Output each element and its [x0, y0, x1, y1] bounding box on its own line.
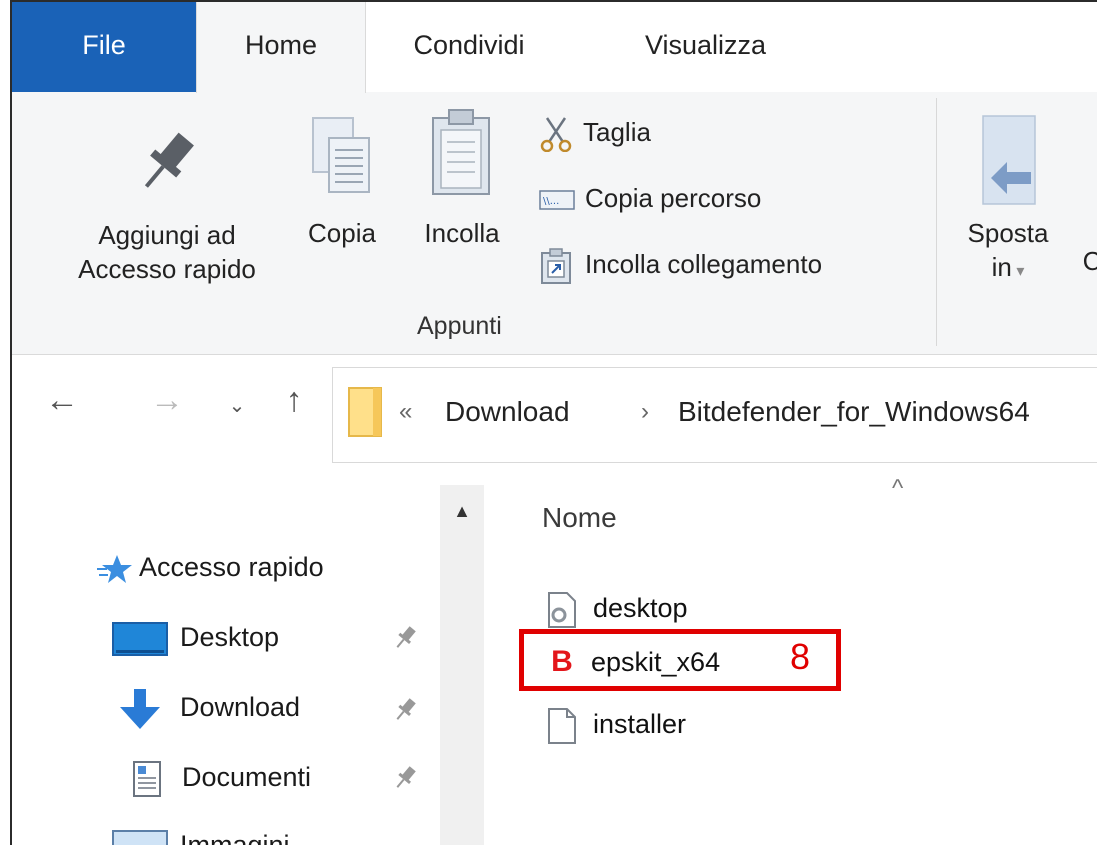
breadcrumb-separator: ›	[641, 398, 649, 425]
nav-item-immagini[interactable]: Immagini	[112, 825, 290, 845]
paste-shortcut-icon	[541, 248, 571, 285]
move-to-icon	[982, 115, 1036, 205]
ribbon-separator	[936, 98, 937, 346]
nav-item-desktop[interactable]: Desktop	[112, 617, 279, 657]
nav-item-download[interactable]: Download	[112, 687, 301, 729]
breadcrumb-download[interactable]: Download	[445, 396, 570, 428]
pinned-icon	[390, 763, 420, 793]
forward-arrow-icon[interactable]: →	[147, 381, 187, 420]
copy-button[interactable]: Copia	[292, 112, 392, 250]
paste-shortcut-button[interactable]: Incolla collegamento	[539, 244, 823, 285]
overflow-chevron[interactable]: «	[399, 398, 412, 426]
explorer-window: File Home Condividi Visualizza Aggiungi …	[10, 0, 1097, 845]
navigation-pane: ▲ Accesso rapido Desktop Download Docume…	[12, 475, 484, 845]
nav-item-quick-access[interactable]: Accesso rapido	[97, 547, 324, 587]
column-header-name[interactable]: Nome	[542, 502, 617, 534]
address-bar[interactable]: « Download › Bitdefender_for_Windows64	[332, 367, 1097, 463]
settings-file-icon	[548, 591, 576, 628]
pinned-icon	[390, 623, 420, 653]
pictures-icon	[112, 829, 168, 845]
move-to-label-line1: Sposta	[967, 218, 1049, 248]
nav-label: Desktop	[180, 622, 280, 652]
copy-icon	[312, 117, 370, 193]
move-to-button[interactable]: Sposta in ▾	[958, 112, 1058, 289]
nav-label: Immagini	[180, 830, 290, 845]
copy-label: Copia	[308, 218, 376, 248]
nav-label: Accesso rapido	[139, 552, 324, 582]
nav-label: Documenti	[182, 762, 312, 792]
scroll-up-icon[interactable]: ▲	[440, 501, 484, 522]
scissors-icon	[540, 117, 572, 153]
tab-view[interactable]: Visualizza	[618, 2, 793, 92]
file-row-desktop[interactable]: desktop	[547, 586, 688, 630]
paste-shortcut-label: Incolla collegamento	[585, 249, 823, 279]
copy-path-label: Copia percorso	[585, 183, 762, 213]
breadcrumb-bitdefender[interactable]: Bitdefender_for_Windows64	[678, 396, 1030, 428]
tab-file[interactable]: File	[12, 2, 196, 92]
document-icon	[133, 760, 161, 797]
pin-icon	[144, 132, 194, 188]
blank-file-icon	[548, 707, 576, 744]
pin-to-quick-access-button[interactable]: Aggiungi ad Accesso rapido	[52, 112, 282, 286]
sort-indicator-icon: ^	[892, 475, 904, 502]
paste-button[interactable]: Incolla	[407, 106, 517, 250]
annotation-step-number: 8	[790, 636, 811, 677]
paste-clipboard-icon	[432, 109, 490, 195]
copy-path-button[interactable]: \\... Copia percorso	[539, 178, 761, 218]
tab-share[interactable]: Condividi	[374, 2, 564, 92]
navigation-bar: ← → ⌄ ↑ « Download › Bitdefender_for_Win…	[12, 355, 1097, 475]
group-label-clipboard: Appunti	[417, 312, 502, 340]
up-arrow-icon[interactable]: ↑	[274, 381, 314, 420]
cut-button[interactable]: Taglia	[539, 112, 651, 153]
pin-label-line2: Accesso rapido	[78, 254, 256, 284]
scrollbar[interactable]: ▲	[440, 485, 484, 845]
ribbon-tabs: File Home Condividi Visualizza	[12, 2, 1097, 93]
file-name: installer	[593, 709, 687, 739]
copy-to-button-partial[interactable]: C	[1082, 244, 1097, 278]
file-name: desktop	[593, 593, 688, 623]
ribbon: Aggiungi ad Accesso rapido Copia Incolla…	[12, 92, 1097, 355]
copy-path-icon: \\...	[539, 190, 575, 210]
download-arrow-icon	[120, 688, 160, 729]
star-icon	[97, 554, 132, 583]
back-arrow-icon[interactable]: ←	[42, 381, 82, 420]
cut-label: Taglia	[583, 117, 651, 147]
paste-label: Incolla	[424, 218, 500, 248]
pin-label-line1: Aggiungi ad	[98, 220, 236, 250]
pinned-icon	[390, 695, 420, 725]
file-row-installer[interactable]: installer	[547, 702, 686, 746]
move-to-label-line2: in ▾	[991, 252, 1025, 282]
nav-label: Download	[180, 692, 301, 722]
svg-text:\\...: \\...	[543, 196, 559, 207]
nav-item-documenti[interactable]: Documenti	[132, 757, 311, 797]
tab-home[interactable]: Home	[196, 2, 366, 93]
recent-locations-chevron-icon[interactable]: ⌄	[217, 393, 257, 418]
desktop-folder-icon	[112, 621, 168, 656]
folder-icon	[348, 387, 382, 437]
